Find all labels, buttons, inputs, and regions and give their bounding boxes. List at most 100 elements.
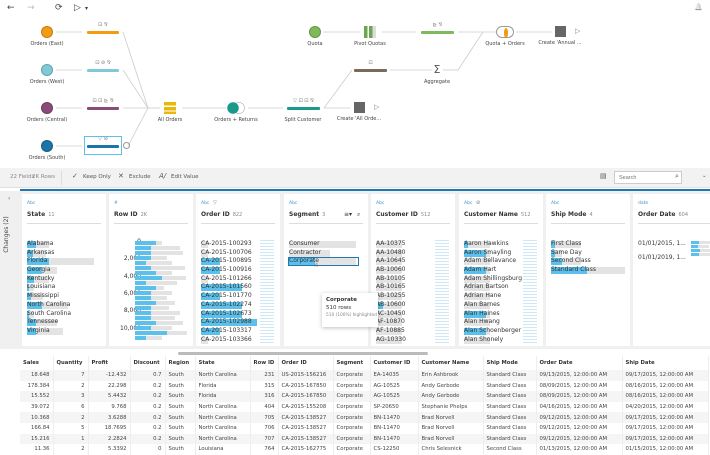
card-header[interactable]: Ship Mode 4 (551, 211, 625, 224)
table-row[interactable]: 15.552 3 5.4432 0.2 South Florida 316 CA-2015-1… (20, 391, 709, 402)
value-item[interactable]: Mississippi (27, 292, 101, 301)
type-icon[interactable]: Abc (551, 201, 559, 206)
split-step[interactable] (287, 107, 320, 110)
output-node[interactable]: Create 'Annual ... (525, 26, 595, 46)
profile-card[interactable]: Abc State 11 Alabama Arkansas Florida Georgia K… (22, 194, 106, 346)
refresh-button[interactable]: ⟳ (55, 3, 63, 13)
collapse-chevron-icon[interactable]: ⌄ (702, 173, 707, 179)
value-item[interactable]: Florida (27, 257, 101, 266)
union-node[interactable]: All Orders (135, 102, 205, 123)
value-item[interactable]: Second Class (551, 257, 625, 266)
split-step-label[interactable]: Split Customer (273, 117, 333, 123)
value-item[interactable]: Tennessee (27, 318, 101, 327)
distribution-minimap[interactable] (523, 240, 537, 344)
column-header[interactable]: Sales (20, 356, 54, 370)
value-item[interactable]: Louisiana (27, 283, 101, 292)
input-node[interactable]: Orders (Central) (12, 102, 82, 123)
run-menu-chevron-icon[interactable]: ▾ (85, 5, 88, 12)
edit-value-button[interactable]: Edit Value (171, 174, 199, 180)
sort-icon[interactable]: ≡▾ (344, 211, 352, 218)
value-item[interactable]: First Class (551, 240, 625, 249)
value-item[interactable]: 01/01/2019, 1... (638, 254, 686, 268)
value-item[interactable]: Alabama (27, 240, 101, 249)
profile-card[interactable]: Abc Customer Name 512 Aaron Hawkins Aaron Sm… (459, 194, 543, 346)
card-header[interactable]: Order ID 822 (201, 211, 275, 224)
table-row[interactable]: 39.072 6 9.768 0.2 South North Carolina 404 CA-… (20, 401, 709, 413)
card-header[interactable]: Customer Name 512 (464, 211, 538, 224)
distribution-minimap[interactable] (260, 240, 274, 344)
column-header[interactable]: Customer Name (418, 356, 484, 370)
column-header[interactable]: Discount (130, 356, 166, 370)
run-output-icon[interactable]: ▷ (575, 27, 580, 35)
layout-toggle-icon[interactable]: ▤ (600, 172, 607, 180)
flow-canvas[interactable]: ← → ⟳ ▷ ▾ 🔔 Orders (East) ⊡ ⅋ Orders (West… (0, 0, 710, 166)
column-header[interactable]: Region (165, 356, 196, 370)
column-header[interactable]: Order ID (278, 356, 334, 370)
add-step-icon[interactable] (123, 142, 130, 149)
value-item[interactable]: Consumer (289, 240, 363, 249)
column-header[interactable]: Profit (88, 356, 131, 370)
column-header[interactable]: Ship Mode (483, 356, 537, 370)
horizontal-scrollbar[interactable] (178, 352, 428, 355)
pivot-node[interactable]: Pivot Quotas (335, 26, 405, 47)
card-header[interactable]: Customer ID 512 (376, 211, 450, 224)
type-icon[interactable]: Abc (376, 201, 384, 206)
changes-label[interactable]: Changes (2) (3, 216, 10, 253)
profile-card[interactable]: Abc Customer ID 512 AA-10375 AA-10480 AA-1064… (371, 194, 455, 346)
table-row[interactable]: 178.384 2 22.298 0.2 South Florida 315 CA-2015-… (20, 380, 709, 392)
column-header[interactable]: Customer ID (370, 356, 419, 370)
input-node[interactable]: Orders (West) (12, 64, 82, 85)
type-icon[interactable]: # (114, 201, 118, 206)
table-row[interactable]: 15.216 1 2.2824 0.2 South North Carolina 707 CA… (20, 433, 709, 445)
value-item[interactable]: 01/01/2015, 1... (638, 240, 686, 254)
table-row[interactable]: 166.84 5 18.7695 0.2 South North Carolina 706 C… (20, 422, 709, 434)
aggregate-node[interactable]: Σ Aggregate (402, 64, 472, 86)
column-header[interactable]: Ship Date (622, 356, 709, 370)
value-item[interactable]: Georgia (27, 266, 101, 275)
input-node[interactable]: Orders (East) (12, 26, 82, 47)
type-icon[interactable]: Abc (27, 201, 35, 206)
notifications-bell-icon[interactable]: 🔔 (694, 3, 703, 11)
profile-card[interactable]: Abc Order ID 822 CA-2015-100293 CA-2015-1007… (196, 194, 280, 346)
profile-card[interactable]: date Order Date 604 01/01/2015, 1... 01/01/2… (633, 194, 710, 346)
back-button[interactable]: ← (7, 3, 15, 13)
keep-only-button[interactable]: Keep Only (83, 174, 111, 180)
value-item[interactable]: Standard Class (551, 266, 625, 275)
type-icon[interactable]: Abc (464, 201, 472, 206)
output-node-2[interactable]: Create 'All Orde... (324, 102, 394, 122)
clean-step[interactable] (421, 31, 454, 34)
column-header[interactable]: Order Date (536, 356, 623, 370)
type-icon[interactable]: date (638, 201, 648, 206)
clean-step[interactable] (87, 107, 119, 110)
value-item[interactable]: Virginia (27, 327, 101, 336)
clean-step[interactable] (354, 69, 387, 72)
run-output-icon[interactable]: ▷ (374, 103, 379, 111)
card-header[interactable]: Order Date 604 (638, 211, 710, 224)
search-input[interactable] (614, 171, 682, 184)
selected-step-outline[interactable] (84, 136, 122, 155)
clean-step[interactable] (87, 31, 119, 34)
changes-panel-toggle[interactable]: › Changes (2) (0, 191, 20, 349)
table-row[interactable]: 18.648 7 -12.432 0.7 South North Carolina 231 U… (20, 370, 709, 381)
type-icon[interactable]: Abc (289, 201, 297, 206)
value-item[interactable]: North Carolina (27, 301, 101, 310)
table-row[interactable]: 11.36 2 5.3392 0 South Louisiana 764 CA-2015-16… (20, 444, 709, 455)
value-item[interactable]: South Carolina (27, 310, 101, 319)
exclude-button[interactable]: Exclude (129, 174, 151, 180)
run-button[interactable]: ▷ (74, 3, 81, 13)
column-header[interactable]: Quantity (53, 356, 89, 370)
column-header[interactable]: Segment (333, 356, 371, 370)
forward-button[interactable]: → (27, 3, 35, 13)
column-header[interactable]: State (195, 356, 251, 370)
card-header[interactable]: Row ID 2K (114, 211, 188, 224)
join-node[interactable]: Orders + Returns (201, 102, 271, 123)
input-node[interactable]: Orders (South) (12, 140, 82, 161)
clean-step[interactable] (87, 69, 119, 72)
search-field-icon[interactable]: ⌕ (357, 211, 360, 219)
card-header[interactable]: State 11 (27, 211, 101, 224)
type-icon[interactable]: Abc (201, 201, 209, 206)
distribution-minimap[interactable] (435, 240, 449, 344)
profile-card[interactable]: Abc Ship Mode 4 First Class Same Day Second C… (546, 194, 630, 346)
profile-card[interactable]: #Row ID2K02,0004,0006,0008,00010,000 (109, 194, 193, 346)
expand-chevron-icon[interactable]: › (8, 195, 10, 202)
